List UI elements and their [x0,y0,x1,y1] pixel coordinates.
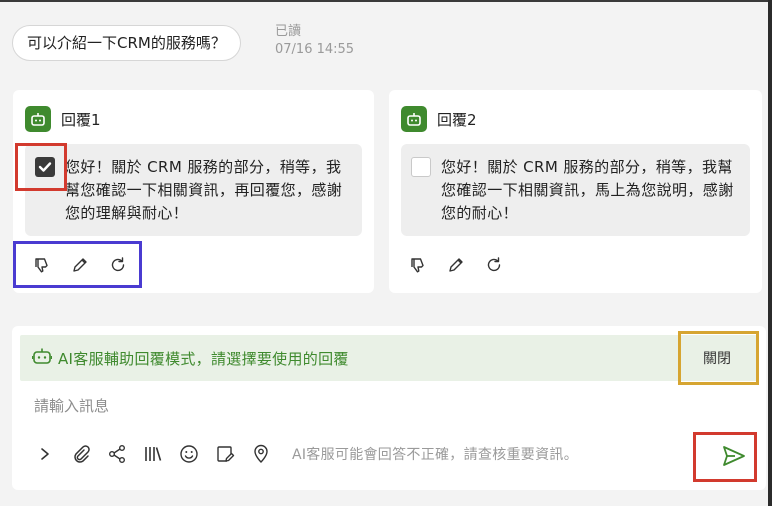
window-edge [768,0,772,506]
reply-select-checkbox[interactable] [35,157,55,177]
ai-mode-text: AI客服輔助回覆模式，請選擇要使用的回覆 [58,349,349,368]
send-icon[interactable] [720,444,748,468]
reply-actions [407,254,505,276]
ai-assist-banner: AI客服輔助回覆模式，請選擇要使用的回覆 關閉 [20,335,758,381]
message-composer: AI客服輔助回覆模式，請選擇要使用的回覆 關閉 AI客服可能會回答不正確，請查核… [12,326,766,490]
pencil-icon[interactable] [445,254,467,276]
chevron-right-icon[interactable] [34,442,56,466]
message-timestamp: 07/16 14:55 [275,42,355,57]
reply-card-header: 回覆1 [25,106,101,132]
reply-text: 您好！關於 CRM 服務的部分，稍等，我幫您確認一下相關資訊，再回覆您，感謝您的… [65,158,343,222]
message-input[interactable] [34,394,634,418]
reply-select-checkbox[interactable] [411,157,431,177]
composer-toolbar [34,442,272,466]
reply-content[interactable]: 您好！關於 CRM 服務的部分，稍等，我幫您確認一下相關資訊，馬上為您說明，感謝… [401,144,750,236]
top-border [0,0,772,2]
close-ai-mode-button[interactable]: 關閉 [690,342,744,374]
reply-title: 回覆1 [61,110,101,129]
user-message-bubble: 可以介紹一下CRM的服務嗎？ [12,25,241,61]
refresh-icon[interactable] [107,254,129,276]
note-edit-icon[interactable] [214,442,236,466]
reply-card-2: 回覆2 您好！關於 CRM 服務的部分，稍等，我幫您確認一下相關資訊，馬上為您說… [389,90,762,293]
paperclip-icon[interactable] [70,442,92,466]
reply-actions [31,254,129,276]
refresh-icon[interactable] [483,254,505,276]
pencil-icon[interactable] [69,254,91,276]
share-icon[interactable] [106,442,128,466]
reply-card-header: 回覆2 [401,106,477,132]
robot-icon [25,106,51,132]
library-icon[interactable] [142,442,164,466]
reply-title: 回覆2 [437,110,477,129]
robot-icon [401,106,427,132]
reply-text: 您好！關於 CRM 服務的部分，稍等，我幫您確認一下相關資訊，馬上為您說明，感謝… [441,158,734,222]
reply-card-1: 回覆1 您好！關於 CRM 服務的部分，稍等，我幫您確認一下相關資訊，再回覆您，… [13,90,374,293]
thumbs-down-icon[interactable] [31,254,53,276]
robot-icon [31,347,53,369]
read-status: 已讀 [275,24,302,39]
emoji-icon[interactable] [178,442,200,466]
thumbs-down-icon[interactable] [407,254,429,276]
ai-disclaimer: AI客服可能會回答不正確，請查核重要資訊。 [292,447,579,463]
check-icon [38,162,52,172]
location-pin-icon[interactable] [250,442,272,466]
reply-content[interactable]: 您好！關於 CRM 服務的部分，稍等，我幫您確認一下相關資訊，再回覆您，感謝您的… [25,144,362,236]
